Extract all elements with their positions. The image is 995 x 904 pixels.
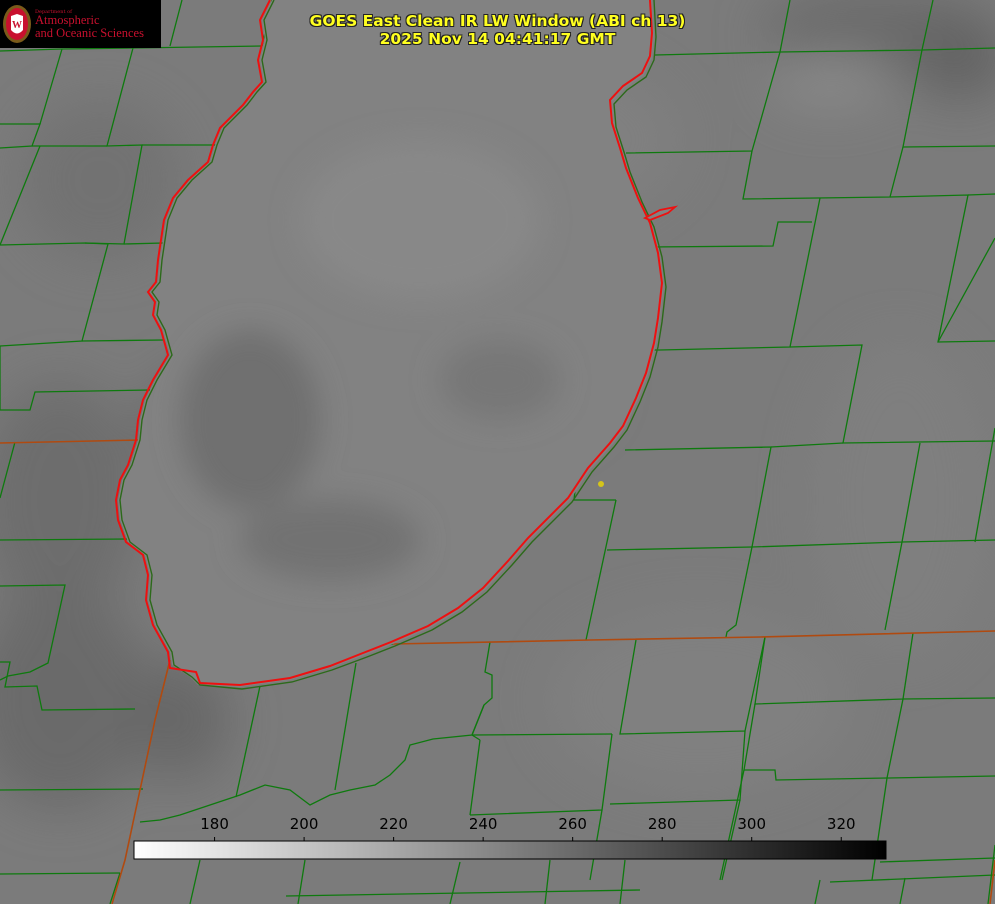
colorbar-tick-label: 180 [200, 815, 229, 833]
image-title: GOES East Clean IR LW Window (ABI ch 13) [309, 12, 686, 30]
colorbar-tick-label: 240 [468, 815, 498, 833]
colorbar-tick-label: 260 [558, 815, 587, 833]
colorbar-tick-label: 300 [737, 815, 767, 833]
colorbar-tick-label: 320 [826, 815, 856, 833]
satellite-image-view: W Department of Atmospheric and Oceanic … [0, 0, 995, 904]
colorbar-tick-label: 200 [289, 815, 319, 833]
site-marker [598, 481, 604, 487]
colorbar-tick-label: 280 [647, 815, 677, 833]
colorbar-tick-label: 220 [379, 815, 408, 833]
image-timestamp: 2025 Nov 14 04:41:17 GMT [379, 30, 616, 48]
ir-map [0, 0, 995, 904]
